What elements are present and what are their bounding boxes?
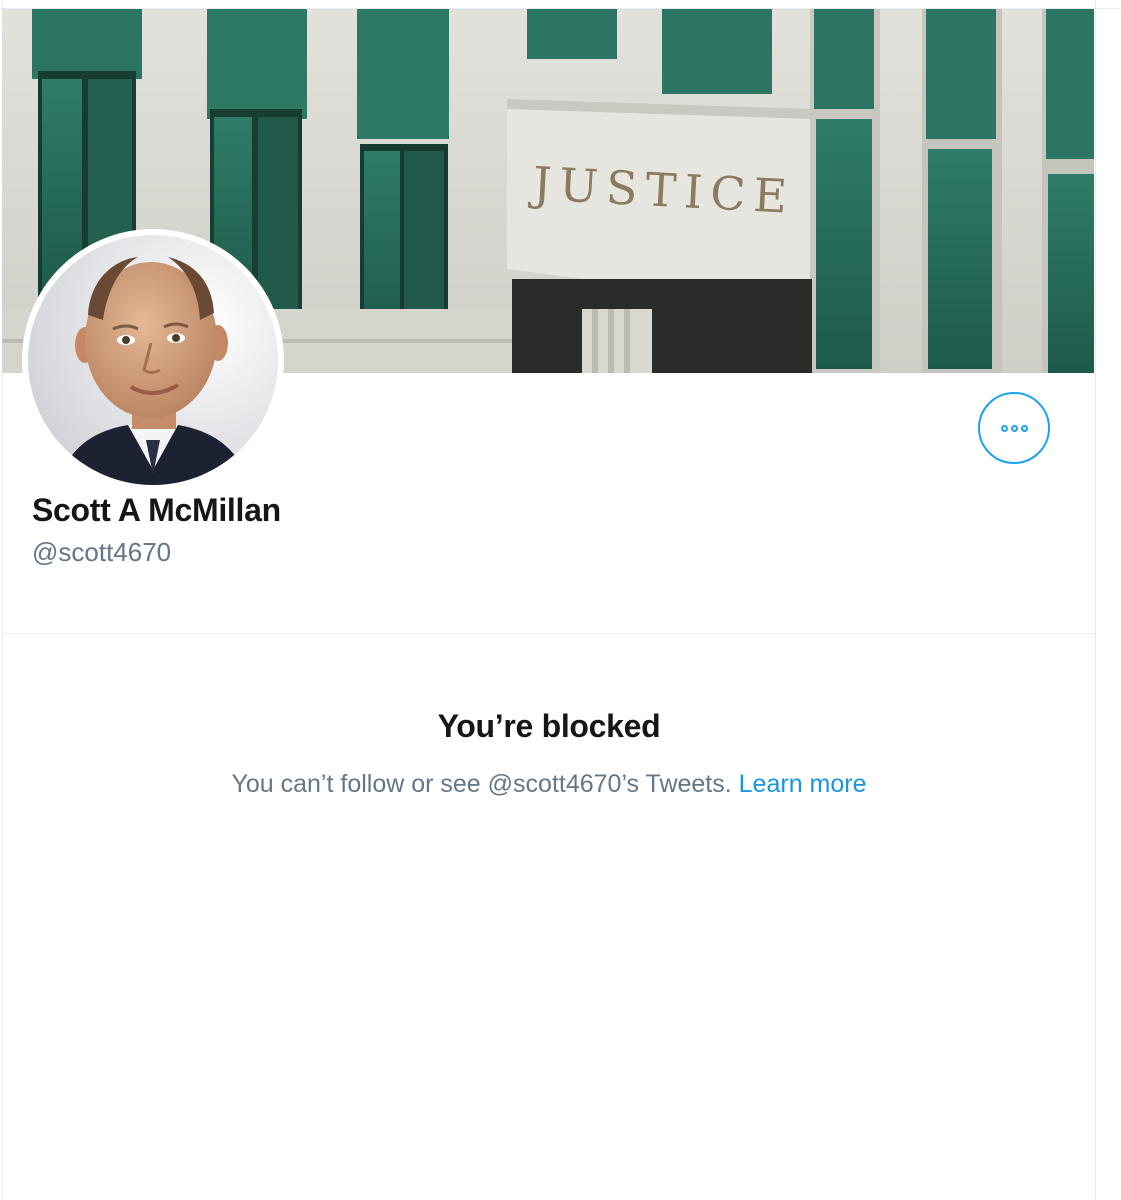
more-horizontal-icon bbox=[1010, 424, 1018, 432]
profile-handle: @scott4670 bbox=[32, 537, 172, 567]
more-horizontal-icon bbox=[1000, 424, 1008, 432]
banner-windows-right bbox=[810, 9, 1094, 373]
profile-display-name: Scott A McMillan bbox=[32, 492, 281, 528]
more-horizontal-icon bbox=[1020, 424, 1028, 432]
learn-more-link[interactable]: Learn more bbox=[739, 770, 867, 798]
blocked-title: You’re blocked bbox=[437, 708, 661, 744]
blocked-message: You can’t follow or see @scott4670’s Twe… bbox=[231, 770, 732, 798]
blocked-message-line: You can’t follow or see @scott4670’s Twe… bbox=[2, 770, 1096, 799]
avatar-photo bbox=[28, 235, 278, 485]
page: JUSTICE Scott A McMillan @scott4670 You’… bbox=[0, 0, 1121, 1200]
profile-avatar[interactable] bbox=[22, 229, 284, 491]
more-options-button[interactable] bbox=[978, 392, 1050, 464]
section-divider bbox=[2, 633, 1096, 634]
